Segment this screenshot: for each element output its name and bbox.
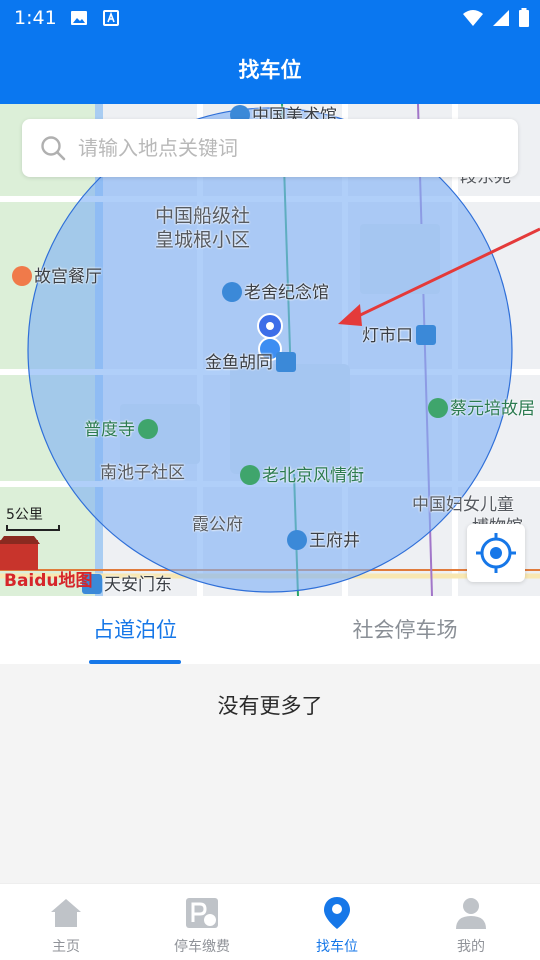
map-label-jinyuhutong[interactable]: 金鱼胡同: [205, 348, 298, 373]
nav-item-parking-fee[interactable]: 停车缴费: [152, 884, 252, 960]
temple-poi-icon: [138, 419, 158, 439]
status-time: 1:41: [14, 7, 57, 29]
subway-icon: [276, 352, 296, 372]
map-label-dengshikou[interactable]: 灯市口: [362, 321, 438, 346]
search-icon: [41, 136, 66, 161]
map-label-wangfujing[interactable]: 王府井: [287, 526, 360, 551]
baidu-map-logo: Baidu地图: [4, 571, 93, 591]
font-app-icon: [103, 10, 119, 26]
scenic-poi-icon: [240, 465, 260, 485]
search-input[interactable]: [78, 131, 498, 165]
tab-public-parking-lot[interactable]: 社会停车场: [330, 596, 480, 664]
wifi-icon: [463, 10, 483, 26]
parking-tabs: 占道泊位 社会停车场: [0, 596, 540, 664]
map-label-xiagongfu[interactable]: 霞公府: [192, 510, 243, 535]
tab-street-parking[interactable]: 占道泊位: [60, 596, 210, 664]
map-label-huangcheng[interactable]: 皇城根小区: [155, 225, 250, 252]
search-bar[interactable]: [22, 119, 518, 177]
map-label-pudusi[interactable]: 普度寺: [84, 415, 160, 440]
park-poi-icon: [428, 398, 448, 418]
map-label-laoshe[interactable]: 老舍纪念馆: [222, 278, 329, 303]
empty-list-message: 没有更多了: [217, 694, 323, 718]
active-tab-indicator: [89, 660, 181, 664]
map-label-gugong-restaurant[interactable]: 故宫餐厅: [12, 262, 102, 287]
locate-button[interactable]: [467, 524, 525, 582]
map-view[interactable]: 中国美术馆 段东苑 中国船级社 皇城根小区 故宫餐厅 老舍纪念馆 灯市口 金鱼胡…: [0, 104, 540, 596]
nav-item-profile[interactable]: 我的: [421, 884, 521, 960]
title-bar: 找车位: [0, 36, 540, 104]
map-label-tiananmen-east[interactable]: 天安门东: [82, 570, 172, 595]
bottom-nav: 主页 停车缴费 找车位 我的: [0, 883, 540, 960]
user-icon: [456, 898, 486, 929]
map-label-old-beijing[interactable]: 老北京风情街: [240, 461, 364, 486]
map-label-cai-yuanpei[interactable]: 蔡元培故居: [428, 394, 535, 419]
map-scale: 5公里: [6, 504, 60, 531]
parking-fee-icon: [186, 898, 218, 928]
status-bar: 1:41: [0, 0, 540, 36]
map-label-shipbuilding[interactable]: 中国船级社: [155, 201, 250, 228]
nav-item-home[interactable]: 主页: [16, 884, 116, 960]
page-title: 找车位: [238, 58, 302, 82]
home-icon: [51, 899, 81, 927]
museum-poi-icon: [222, 282, 242, 302]
location-pin-icon: [324, 897, 350, 929]
locate-icon: [476, 533, 516, 573]
battery-icon: [519, 8, 529, 27]
subway-icon: [416, 325, 436, 345]
map-label-nanchizi[interactable]: 南池子社区: [100, 458, 185, 483]
nav-item-find-parking[interactable]: 找车位: [287, 884, 387, 960]
signal-icon: [493, 10, 509, 26]
gallery-icon: [71, 11, 87, 25]
subway-icon: [287, 530, 307, 550]
restaurant-poi-icon: [12, 266, 32, 286]
